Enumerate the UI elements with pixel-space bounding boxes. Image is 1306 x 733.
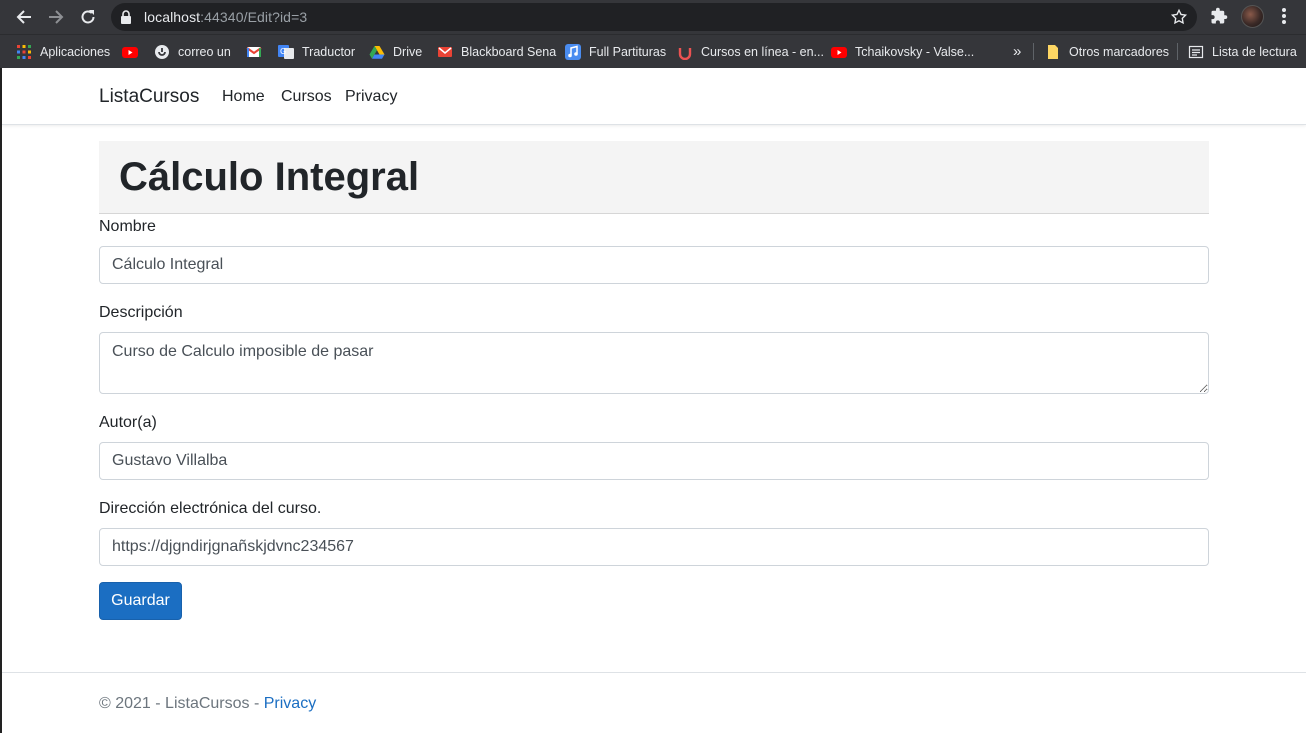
profile-avatar[interactable] (1241, 5, 1264, 28)
reload-icon (81, 10, 95, 24)
bookmark-gmail[interactable] (246, 35, 270, 68)
translate-icon: G (278, 44, 294, 60)
reading-list-icon (1188, 44, 1204, 60)
site-footer: © 2021 - ListaCursos - Privacy (2, 672, 1306, 733)
bookmark-label: Otros marcadores (1069, 44, 1170, 59)
bookmarks-overflow-button[interactable]: » (1013, 35, 1021, 68)
descripcion-textarea[interactable]: Curso de Calculo imposible de pasar (99, 332, 1209, 394)
bookmark-otros-marcadores[interactable]: Otros marcadores (1045, 35, 1169, 68)
overflow-chevron-icon: » (1013, 43, 1022, 60)
page-header: Cálculo Integral (99, 141, 1209, 214)
bookmark-label: Traductor (302, 44, 356, 59)
udemy-icon (677, 44, 693, 60)
site-navbar: ListaCursos Home Cursos Privacy (2, 68, 1306, 125)
bookmark-label: Aplicaciones (40, 44, 111, 59)
url-text: localhost:44340/Edit?id=3 (144, 9, 307, 25)
svg-text:G: G (280, 47, 286, 56)
bookmark-label: Tchaikovsky - Valse... (855, 44, 975, 59)
drive-icon (369, 44, 385, 60)
back-button[interactable] (10, 3, 38, 31)
direccion-input[interactable] (99, 528, 1209, 566)
apps-grid-icon (16, 44, 32, 60)
lock-icon (121, 10, 131, 24)
nav-link-cursos[interactable]: Cursos (281, 88, 332, 106)
bookmark-separator (1033, 43, 1034, 60)
gmail-icon (246, 44, 262, 60)
gmail-icon (437, 44, 453, 60)
bookmark-blackboard[interactable]: Blackboard Sena (437, 35, 556, 68)
copyright-text: © 2021 - ListaCursos - (99, 695, 264, 712)
nav-link-privacy[interactable]: Privacy (345, 88, 397, 106)
reload-button[interactable] (74, 3, 102, 31)
folder-icon (1045, 44, 1061, 60)
reading-list-button[interactable]: Lista de lectura (1188, 35, 1297, 68)
address-bar[interactable]: localhost:44340/Edit?id=3 (111, 3, 1197, 31)
web-page: ListaCursos Home Cursos Privacy Cálculo … (0, 68, 1306, 733)
music-icon (565, 43, 581, 60)
nombre-label: Nombre (99, 218, 156, 235)
bookmark-star-icon[interactable] (1170, 8, 1188, 26)
back-arrow-icon (16, 10, 31, 24)
forward-arrow-icon (49, 10, 64, 24)
footer-text: © 2021 - ListaCursos - Privacy (99, 695, 316, 713)
bookmark-label: Lista de lectura (1212, 44, 1297, 59)
youtube-icon (122, 44, 138, 60)
autor-input[interactable] (99, 442, 1209, 480)
url-host: localhost (144, 9, 201, 25)
bookmark-label: Full Partituras (589, 44, 667, 59)
bookmark-youtube[interactable] (122, 35, 146, 68)
page-title: Cálculo Integral (119, 155, 420, 199)
bookmark-label: Drive (393, 44, 423, 59)
mail-globe-icon (154, 44, 170, 60)
guardar-button[interactable]: Guardar (99, 582, 182, 620)
bookmark-full-partituras[interactable]: Full Partituras (565, 35, 666, 68)
bookmark-correo[interactable]: correo un (154, 35, 231, 68)
navbar-brand[interactable]: ListaCursos (99, 86, 199, 108)
more-menu-icon[interactable] (1276, 6, 1292, 26)
extensions-puzzle-icon[interactable] (1210, 7, 1228, 25)
url-path: :44340/Edit?id=3 (200, 9, 308, 25)
bookmark-tchaikovsky[interactable]: Tchaikovsky - Valse... (831, 35, 974, 68)
bookmark-cursos-en-linea[interactable]: Cursos en línea - en... (677, 35, 824, 68)
bookmark-label: Blackboard Sena (461, 44, 557, 59)
footer-privacy-link[interactable]: Privacy (264, 695, 316, 712)
bookmark-separator (1177, 43, 1178, 60)
bookmark-label: Cursos en línea - en... (701, 44, 824, 59)
forward-button[interactable] (42, 3, 70, 31)
bookmarks-bar: Aplicaciones correo un G Traductor Drive… (0, 34, 1306, 68)
bookmark-drive[interactable]: Drive (369, 35, 422, 68)
nav-link-home[interactable]: Home (222, 88, 265, 106)
autor-label: Autor(a) (99, 414, 157, 431)
descripcion-label: Descripción (99, 304, 183, 321)
bookmark-traductor[interactable]: G Traductor (278, 35, 355, 68)
bookmark-apps[interactable]: Aplicaciones (16, 35, 110, 68)
direccion-label: Dirección electrónica del curso. (99, 500, 322, 517)
browser-toolbar: localhost:44340/Edit?id=3 (0, 0, 1306, 34)
youtube-icon (831, 44, 847, 60)
nombre-input[interactable] (99, 246, 1209, 284)
bookmark-label: correo un (178, 44, 231, 59)
